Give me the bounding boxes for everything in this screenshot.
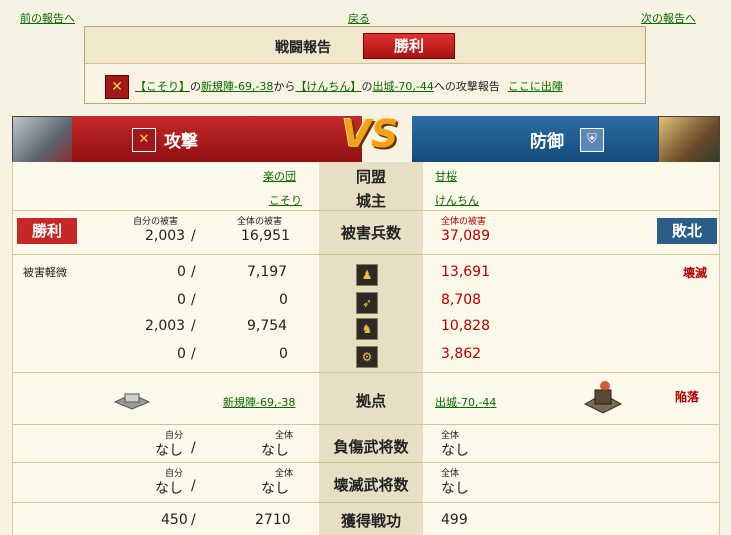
unit-own-0: 0 — [177, 264, 186, 280]
slash: / — [191, 440, 196, 456]
own-damage-caption: 自分の被害 — [133, 217, 179, 227]
total-damage-caption: 全体の被害 — [237, 217, 283, 227]
row-divider — [13, 210, 719, 211]
row-divider — [13, 254, 719, 255]
unit-def-0: 13,691 — [441, 264, 490, 280]
unit-total-2: 9,754 — [247, 318, 288, 334]
report-text-3: の — [361, 80, 373, 93]
bow-icon: ➶ — [356, 292, 378, 314]
defense-shield-icon: ⛨ — [580, 128, 604, 152]
injured-own: なし — [155, 443, 183, 459]
report-header: 戦闘報告 勝利 ✕ 【こそり】の新規陣-69,-38から【けんちん】の出城-70,… — [84, 26, 646, 104]
attacker-portrait — [12, 116, 74, 164]
defender-result-badge: 敗北 — [657, 218, 717, 244]
slash: / — [191, 318, 196, 334]
atk-own-casualties: 2,003 — [145, 228, 186, 244]
attacker-base-link[interactable]: 新規陣-69,-38 — [223, 394, 295, 410]
report-text-4: への攻撃報告 — [433, 80, 500, 93]
atk-total-casualties: 16,951 — [241, 228, 290, 244]
back-link[interactable]: 戻る — [348, 10, 370, 26]
fortress-icon — [583, 381, 623, 414]
destroyed-total: なし — [261, 481, 289, 497]
page-title: 戦闘報告 — [275, 40, 331, 56]
attack-swords-icon: ✕ — [132, 128, 156, 152]
report-summary: ✕ 【こそり】の新規陣-69,-38から【けんちん】の出城-70,-44への攻撃報… — [105, 75, 563, 99]
injured-def: なし — [441, 443, 469, 459]
vs-bar: ✕ 攻撃 防御 ⛨ VS — [12, 112, 720, 164]
report-text-1: の — [190, 80, 201, 93]
attacker-lord-link[interactable]: こそり — [269, 192, 302, 208]
row-divider — [13, 424, 719, 425]
attacker-result-badge: 勝利 — [17, 218, 77, 244]
attacker-alliance-link[interactable]: 楽の団 — [263, 168, 296, 184]
row-divider — [13, 462, 719, 463]
slash: / — [191, 512, 196, 528]
unit-own-2: 2,003 — [145, 318, 186, 334]
foot-soldier-icon: ♟ — [356, 264, 378, 286]
merit-total: 2710 — [255, 512, 291, 528]
destroyed-label: 壊滅武将数 — [333, 476, 409, 494]
unit-own-3: 0 — [177, 346, 186, 362]
siege-icon: ⚙ — [356, 346, 378, 368]
prev-report-link[interactable]: 前の報告へ — [20, 10, 75, 26]
casualties-label: 被害兵数 — [340, 224, 401, 242]
unit-own-1: 0 — [177, 292, 186, 308]
unit-total-3: 0 — [279, 346, 288, 362]
destroyed-own: なし — [155, 481, 183, 497]
battle-table: 楽の団 同盟 甘桜 こそり 城主 けんちん 勝利 自分の被害 全体の被害 2,0… — [12, 162, 720, 535]
slash: / — [191, 346, 196, 362]
slash: / — [191, 264, 196, 280]
destroyed-def: なし — [441, 481, 469, 497]
slash: / — [191, 478, 196, 494]
alliance-label: 同盟 — [355, 168, 386, 186]
merit-label: 獲得戦功 — [340, 512, 401, 530]
destroyed-note: 壊滅 — [683, 266, 708, 280]
slash: / — [191, 228, 196, 244]
def-total-casualties: 37,089 — [441, 228, 490, 244]
merit-def: 499 — [441, 512, 468, 528]
slash: / — [191, 292, 196, 308]
unit-def-3: 3,862 — [441, 346, 482, 362]
row-divider — [13, 372, 719, 373]
row-divider — [13, 502, 719, 503]
merit-own: 450 — [161, 512, 188, 528]
unit-total-0: 7,197 — [247, 264, 288, 280]
from-base-link[interactable]: 新規陣-69,-38 — [201, 80, 273, 93]
unit-def-2: 10,828 — [441, 318, 490, 334]
injured-label: 負傷武将数 — [333, 438, 409, 456]
defender-lord-link[interactable]: けんちん — [435, 192, 479, 208]
result-badge: 勝利 — [363, 33, 455, 59]
to-base-link[interactable]: 出城-70,-44 — [372, 80, 433, 93]
report-text-2: から — [273, 80, 296, 93]
lord-label: 城主 — [355, 192, 386, 210]
vs-emblem: VS — [341, 112, 399, 156]
unit-def-1: 8,708 — [441, 292, 482, 308]
title-row: 戦闘報告 勝利 — [85, 27, 645, 64]
base-label: 拠点 — [355, 392, 386, 410]
def-damage-caption: 全体の被害 — [441, 217, 487, 227]
unit-total-1: 0 — [279, 292, 288, 308]
attack-label: 攻撃 — [164, 132, 198, 152]
defender-base-link[interactable]: 出城-70,-44 — [435, 394, 496, 410]
crossed-swords-icon: ✕ — [105, 75, 129, 99]
camp-icon — [113, 393, 151, 410]
next-report-link[interactable]: 次の報告へ — [641, 10, 696, 26]
defense-label: 防御 — [530, 132, 564, 152]
defender-alliance-link[interactable]: 甘桜 — [435, 168, 457, 184]
sortie-link[interactable]: ここに出陣 — [508, 80, 563, 93]
defender-portrait — [658, 116, 720, 164]
attacker-link[interactable]: 【こそり】 — [135, 80, 190, 93]
fallen-note: 陥落 — [675, 390, 700, 404]
horse-icon: ♞ — [356, 318, 378, 340]
damage-note: 被害軽微 — [23, 266, 67, 279]
defender-link[interactable]: 【けんちん】 — [295, 80, 361, 93]
injured-total: なし — [261, 443, 289, 459]
